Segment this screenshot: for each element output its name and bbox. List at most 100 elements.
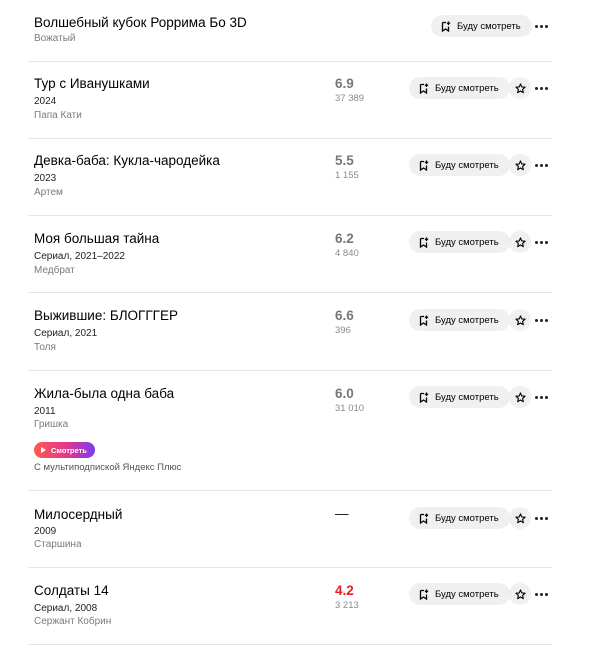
watch-now-button[interactable]: Смотреть bbox=[34, 442, 95, 458]
star-icon bbox=[514, 512, 526, 523]
more-button[interactable] bbox=[531, 310, 551, 330]
film-votes: 4 840 bbox=[335, 248, 359, 259]
film-title[interactable]: Жила-была одна баба bbox=[34, 386, 174, 402]
film-votes: 3 213 bbox=[335, 600, 359, 611]
watch-later-button[interactable]: Буду смотреть bbox=[409, 583, 510, 605]
film-role: Медбрат bbox=[34, 265, 75, 276]
film-title[interactable]: Солдаты 14 bbox=[34, 583, 109, 599]
film-rating: 6.9 bbox=[335, 76, 354, 91]
film-meta: 2024 bbox=[34, 96, 57, 107]
more-button[interactable] bbox=[531, 155, 551, 175]
favorite-button[interactable] bbox=[509, 507, 531, 529]
watch-later-label: Буду смотреть bbox=[435, 82, 499, 94]
more-button[interactable] bbox=[531, 387, 551, 407]
film-rating: 6.6 bbox=[335, 308, 354, 323]
more-dots-icon bbox=[534, 516, 548, 520]
bookmark-plus-icon bbox=[419, 83, 429, 94]
film-meta: 2011 bbox=[34, 406, 56, 417]
more-button[interactable] bbox=[531, 584, 551, 604]
divider bbox=[28, 292, 552, 293]
film-votes: 396 bbox=[335, 325, 351, 336]
film-title[interactable]: Выжившие: БЛОГГГЕР bbox=[34, 308, 178, 324]
divider bbox=[28, 215, 552, 216]
watch-later-button[interactable]: Буду смотреть bbox=[409, 77, 510, 99]
watch-later-label: Буду смотреть bbox=[435, 236, 499, 248]
more-button[interactable] bbox=[531, 78, 551, 98]
star-icon bbox=[514, 391, 526, 402]
bookmark-plus-icon bbox=[419, 160, 429, 171]
film-rating: — bbox=[335, 506, 349, 521]
watch-later-button[interactable]: Буду смотреть bbox=[431, 15, 532, 37]
film-rating: 5.5 bbox=[335, 153, 354, 168]
film-meta: 2023 bbox=[34, 173, 57, 184]
film-role: Старшина bbox=[34, 539, 82, 550]
more-dots-icon bbox=[534, 86, 548, 90]
more-dots-icon bbox=[534, 163, 548, 167]
bookmark-plus-icon bbox=[419, 589, 429, 600]
film-votes: 37 389 bbox=[335, 93, 365, 104]
subscription-note: С мультиподпиской Яндекс Плюс bbox=[34, 462, 182, 473]
film-title[interactable]: Моя большая тайна bbox=[34, 231, 159, 247]
more-dots-icon bbox=[534, 24, 548, 28]
bookmark-plus-icon bbox=[441, 21, 451, 32]
watch-later-label: Буду смотреть bbox=[435, 159, 499, 171]
film-title[interactable]: Милосердный bbox=[34, 507, 122, 523]
film-votes: 1 155 bbox=[335, 170, 359, 181]
film-meta: Сериал, 2021 bbox=[34, 328, 98, 339]
more-button[interactable] bbox=[531, 508, 551, 528]
watch-later-label: Буду смотреть bbox=[435, 314, 499, 326]
watch-later-button[interactable]: Буду смотреть bbox=[409, 507, 510, 529]
film-meta: Сериал, 2021–2022 bbox=[34, 251, 125, 262]
watch-later-label: Буду смотреть bbox=[435, 512, 499, 524]
divider bbox=[28, 138, 552, 139]
film-role: Папа Кати bbox=[34, 110, 82, 121]
star-icon bbox=[514, 314, 526, 325]
star-icon bbox=[514, 236, 526, 247]
favorite-button[interactable] bbox=[509, 231, 531, 253]
watch-later-button[interactable]: Буду смотреть bbox=[409, 154, 510, 176]
divider bbox=[28, 370, 552, 371]
film-title[interactable]: Девка-баба: Кукла-чародейка bbox=[34, 153, 220, 169]
watch-later-label: Буду смотреть bbox=[457, 20, 521, 32]
watch-later-label: Буду смотреть bbox=[435, 391, 499, 403]
film-role: Артем bbox=[34, 187, 63, 198]
film-rating: 6.0 bbox=[335, 386, 354, 401]
film-rating: 4.2 bbox=[335, 583, 354, 598]
star-icon bbox=[514, 82, 526, 93]
film-role: Сержант Кобрин bbox=[34, 616, 112, 627]
star-icon bbox=[514, 588, 526, 599]
film-role: Вожатый bbox=[34, 33, 76, 44]
divider bbox=[28, 61, 552, 62]
film-title[interactable]: Волшебный кубок Роррима Бо 3D bbox=[34, 15, 247, 31]
film-role: Толя bbox=[34, 342, 56, 353]
watch-now-label: Смотреть bbox=[51, 445, 87, 455]
divider bbox=[28, 567, 552, 568]
more-dots-icon bbox=[534, 592, 548, 596]
film-votes: 31 010 bbox=[335, 403, 365, 414]
film-rating: 6.2 bbox=[335, 231, 354, 246]
watch-later-label: Буду смотреть bbox=[435, 588, 499, 600]
film-meta: 2009 bbox=[34, 526, 57, 537]
more-dots-icon bbox=[534, 240, 548, 244]
bookmark-plus-icon bbox=[419, 392, 429, 403]
film-meta: Сериал, 2008 bbox=[34, 603, 98, 614]
favorite-button[interactable] bbox=[509, 583, 531, 605]
bookmark-plus-icon bbox=[419, 237, 429, 248]
watch-later-button[interactable]: Буду смотреть bbox=[409, 231, 510, 253]
bookmark-plus-icon bbox=[419, 513, 429, 524]
watch-later-button[interactable]: Буду смотреть bbox=[409, 386, 510, 408]
more-dots-icon bbox=[534, 395, 548, 399]
film-title[interactable]: Тур с Иванушками bbox=[34, 76, 150, 92]
bookmark-plus-icon bbox=[419, 315, 429, 326]
watch-later-button[interactable]: Буду смотреть bbox=[409, 309, 510, 331]
divider bbox=[28, 490, 552, 491]
more-dots-icon bbox=[534, 318, 548, 322]
more-button[interactable] bbox=[531, 16, 551, 36]
favorite-button[interactable] bbox=[509, 309, 531, 331]
film-role: Гришка bbox=[34, 419, 69, 430]
favorite-button[interactable] bbox=[509, 386, 531, 408]
favorite-button[interactable] bbox=[509, 154, 531, 176]
more-button[interactable] bbox=[531, 232, 551, 252]
favorite-button[interactable] bbox=[509, 77, 531, 99]
star-icon bbox=[514, 159, 526, 170]
